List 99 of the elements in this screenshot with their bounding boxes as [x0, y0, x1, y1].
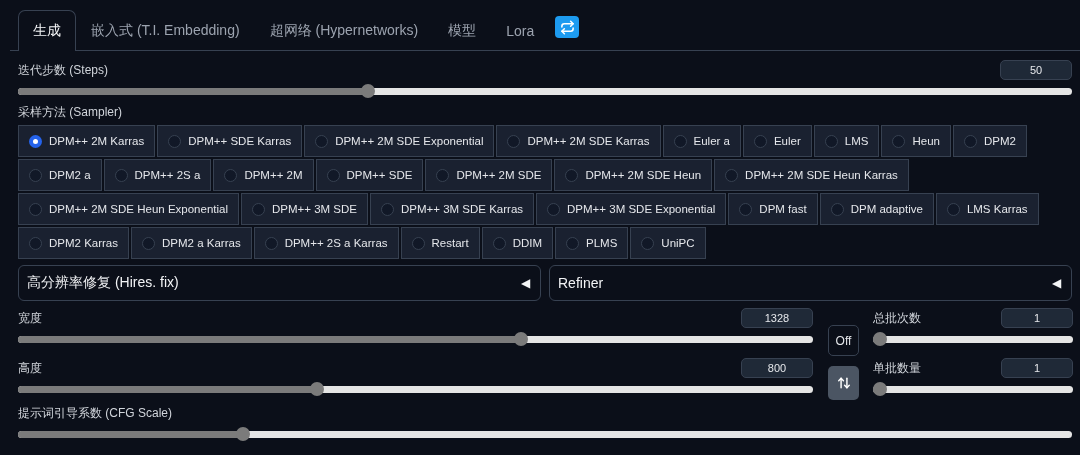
number-field[interactable]: 1: [1001, 358, 1073, 378]
radio-option[interactable]: Heun: [881, 125, 951, 157]
slider-thumb[interactable]: [873, 382, 887, 396]
radio-option[interactable]: Euler: [742, 125, 812, 157]
radio-icon[interactable]: [114, 168, 128, 182]
slider-track[interactable]: [18, 427, 1072, 441]
slider-label: 宽度: [18, 309, 42, 327]
radio-option[interactable]: Euler a: [662, 125, 741, 157]
radio-icon[interactable]: [29, 236, 42, 250]
slider-thumb[interactable]: [310, 382, 325, 396]
radio-option[interactable]: DPM fast: [728, 193, 818, 225]
radio-option[interactable]: DPM2 Karras: [18, 227, 130, 259]
number-field[interactable]: 1328: [741, 308, 813, 328]
radio-icon[interactable]: [673, 134, 687, 148]
radio-icon[interactable]: [224, 168, 238, 182]
slider-track[interactable]: [18, 332, 813, 346]
radio-icon[interactable]: [725, 168, 739, 182]
radio-option[interactable]: LMS: [813, 125, 880, 157]
slider-track[interactable]: [873, 332, 1073, 346]
radio-option[interactable]: DPM2 a: [18, 159, 102, 191]
radio-icon[interactable]: [436, 168, 450, 182]
radio-icon[interactable]: [565, 168, 579, 182]
radio-option[interactable]: DPM adaptive: [819, 193, 934, 225]
radio-icon[interactable]: [946, 202, 960, 216]
slider-thumb[interactable]: [361, 84, 376, 98]
slider-label: 提示词引导系数 (CFG Scale): [18, 404, 172, 422]
radio-option[interactable]: DPM++ 2M SDE: [425, 159, 553, 191]
tab[interactable]: 生成: [18, 10, 76, 51]
tab[interactable]: 嵌入式 (T.I. Embedding): [76, 10, 255, 51]
radio-option[interactable]: LMS Karras: [935, 193, 1039, 225]
accordion-arrow: ◀: [1052, 276, 1061, 290]
sampler-label: 采样方法 (Sampler): [18, 105, 122, 119]
radio-option[interactable]: DPM++ 2M SDE Heun Karras: [714, 159, 909, 191]
tab[interactable]: 模型: [433, 10, 492, 51]
radio-option[interactable]: DPM++ 2M SDE Heun: [554, 159, 713, 191]
radio-icon[interactable]: [739, 202, 753, 216]
radio-icon[interactable]: [641, 236, 655, 250]
refresh-icon[interactable]: [555, 16, 580, 38]
radio-option[interactable]: DPM++ SDE Karras: [157, 125, 303, 157]
radio-icon[interactable]: [492, 236, 506, 250]
radio-option[interactable]: DPM++ 2S a Karras: [253, 227, 399, 259]
swap-button[interactable]: [828, 366, 859, 400]
accordion-header[interactable]: 高分辨率修复 (Hires. fix) ◀: [18, 265, 541, 301]
radio-option[interactable]: DPM++ 2M SDE Heun Exponential: [18, 193, 239, 225]
radio-icon[interactable]: [411, 236, 425, 250]
tab[interactable]: Lora: [491, 10, 550, 51]
radio-option[interactable]: DPM++ 3M SDE: [241, 193, 368, 225]
swap-icon: [836, 376, 851, 390]
radio-option[interactable]: DPM++ 2S a: [103, 159, 212, 191]
number-field[interactable]: 1: [1001, 308, 1073, 328]
radio-icon[interactable]: [315, 134, 329, 148]
radio-option[interactable]: DPM++ 2M: [213, 159, 314, 191]
radio-icon[interactable]: [326, 168, 340, 182]
radio-icon[interactable]: [830, 202, 844, 216]
radio-option[interactable]: DPM2 a Karras: [131, 227, 252, 259]
slider-thumb[interactable]: [873, 332, 887, 346]
accordion-title: Refiner: [558, 275, 604, 291]
radio-option[interactable]: DPM++ 2M Karras: [18, 125, 156, 157]
slider-track[interactable]: [873, 382, 1073, 396]
radio-icon[interactable]: [264, 236, 278, 250]
radio-icon[interactable]: [381, 202, 394, 216]
radio-icon[interactable]: [547, 202, 561, 216]
radio-option[interactable]: DPM2: [952, 125, 1027, 157]
accordion-header[interactable]: Refiner ◀: [549, 265, 1072, 301]
radio-icon[interactable]: [142, 236, 156, 250]
radio-option[interactable]: DPM++ 2M SDE Exponential: [304, 125, 495, 157]
radio-icon[interactable]: [29, 168, 42, 182]
radio-icon[interactable]: [753, 134, 767, 148]
radio-icon[interactable]: [824, 134, 838, 148]
radio-icon[interactable]: [252, 202, 265, 216]
slider-thumb[interactable]: [513, 332, 528, 346]
radio-option[interactable]: DPM++ 3M SDE Exponential: [536, 193, 727, 225]
radio-icon[interactable]: [566, 236, 579, 250]
number-field[interactable]: 50: [1000, 60, 1072, 80]
number-field[interactable]: 800: [741, 358, 813, 378]
accordion-arrow: ◀: [521, 276, 530, 290]
radio-icon[interactable]: [29, 202, 42, 216]
accordion-title: 高分辨率修复 (Hires. fix): [27, 274, 179, 292]
slider-label: 单批数量: [873, 359, 921, 377]
off-button[interactable]: Off: [828, 325, 859, 356]
radio-icon[interactable]: [29, 134, 42, 148]
radio-icon[interactable]: [892, 134, 906, 148]
radio-option[interactable]: DPM++ 3M SDE Karras: [370, 193, 535, 225]
radio-option[interactable]: DPM++ SDE: [315, 159, 424, 191]
radio-option[interactable]: Restart: [400, 227, 480, 259]
slider-label: 高度: [18, 359, 42, 377]
tab[interactable]: 超网络 (Hypernetworks): [254, 10, 434, 51]
radio-option[interactable]: PLMS: [555, 227, 629, 259]
slider-track[interactable]: [18, 84, 1072, 98]
radio-icon[interactable]: [168, 134, 182, 148]
radio-option[interactable]: DPM++ 2M SDE Karras: [496, 125, 661, 157]
radio-icon[interactable]: [963, 134, 977, 148]
radio-icon[interactable]: [507, 134, 521, 148]
radio-option[interactable]: DDIM: [481, 227, 553, 259]
slider-thumb[interactable]: [236, 427, 251, 441]
radio-option[interactable]: UniPC: [630, 227, 706, 259]
slider-track[interactable]: [18, 382, 813, 396]
slider-label: 总批次数: [873, 309, 921, 327]
slider-label: 迭代步数 (Steps): [18, 61, 108, 79]
